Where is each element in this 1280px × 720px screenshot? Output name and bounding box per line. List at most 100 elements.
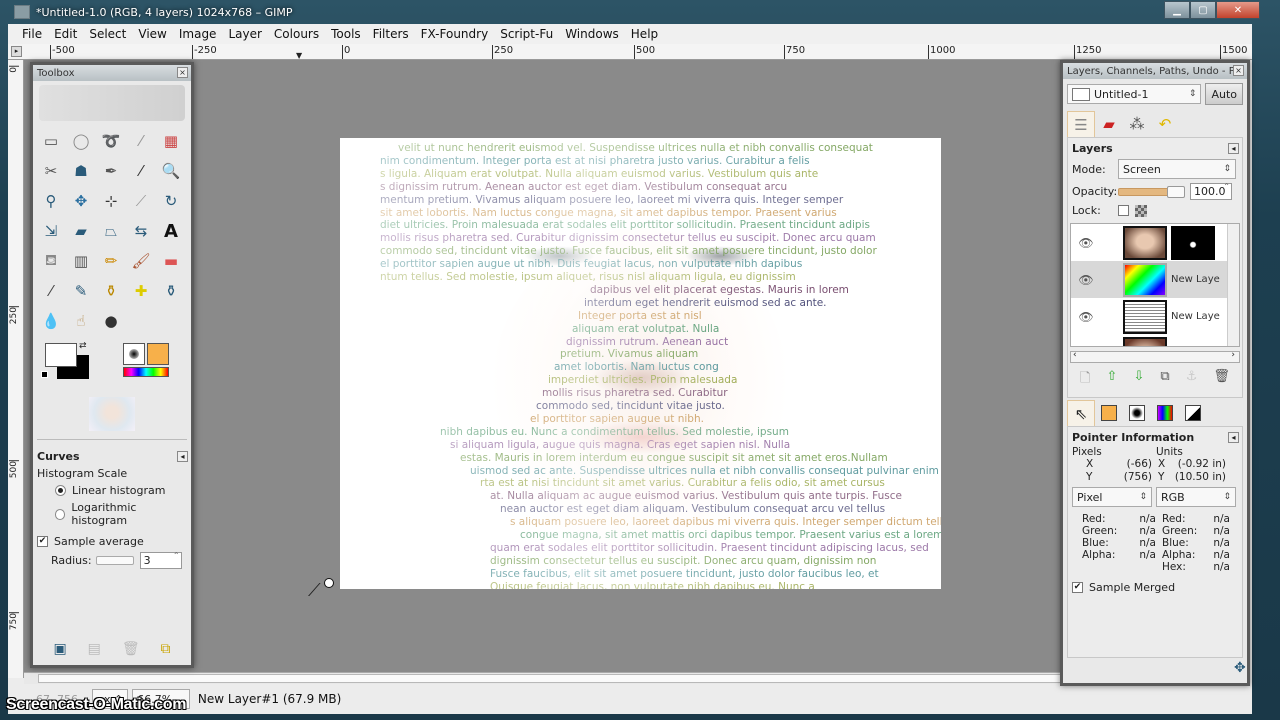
perspective-tool-icon[interactable]: ⏢ [99, 219, 123, 243]
layers-panel-menu-icon[interactable]: ◂ [1228, 143, 1239, 154]
bucket-fill-tool-icon[interactable]: ⛾ [39, 249, 63, 273]
menu-colours[interactable]: Colours [268, 27, 325, 41]
image-canvas[interactable]: velit ut nunc hendrerit euismod vel. Sus… [340, 138, 941, 589]
new-layer-icon[interactable]: 🗋 [1080, 369, 1090, 391]
layer-name[interactable]: New Laye [1171, 274, 1220, 285]
smudge-tool-icon[interactable]: ☝ [69, 309, 93, 333]
layer-row[interactable]: 👁 [1071, 224, 1239, 261]
fuzzy-select-tool-icon[interactable]: ⁄ [129, 129, 153, 153]
delete-options-icon[interactable]: 🗑 [122, 641, 140, 657]
menu-help[interactable]: Help [625, 27, 664, 41]
maximize-button[interactable]: ▢ [1190, 1, 1216, 19]
horizontal-scroll-thumb[interactable] [38, 674, 1218, 683]
radius-slider[interactable] [95, 556, 134, 565]
lock-alpha-icon[interactable] [1135, 204, 1147, 217]
horizontal-scrollbar[interactable] [24, 672, 1236, 684]
opacity-slider-handle[interactable] [1167, 185, 1185, 198]
ink-tool-icon[interactable]: ✎ [69, 279, 93, 303]
tab-channels[interactable]: ▰ [1095, 111, 1123, 137]
menu-fx-foundry[interactable]: FX-Foundry [415, 27, 495, 41]
layer-name[interactable]: New Laye [1171, 311, 1220, 322]
menu-windows[interactable]: Windows [559, 27, 625, 41]
menu-layer[interactable]: Layer [222, 27, 267, 41]
layer-list[interactable]: 👁 👁 New Laye 👁 New Laye 👁 [1070, 223, 1240, 347]
tool-options-menu-icon[interactable]: ◂ [177, 451, 188, 462]
auto-button[interactable]: Auto [1205, 83, 1243, 105]
menu-script-fu[interactable]: Script-Fu [494, 27, 559, 41]
pencil-tool-icon[interactable]: ✏ [99, 249, 123, 273]
measure-tool-icon[interactable]: ⚲ [39, 189, 63, 213]
anchor-layer-icon[interactable]: ⚓ [1186, 369, 1198, 391]
brush-indicator[interactable] [123, 343, 145, 365]
shear-tool-icon[interactable]: ▰ [69, 219, 93, 243]
minimize-button[interactable]: ▁ [1164, 1, 1190, 19]
restore-options-icon[interactable]: ▤ [88, 641, 101, 657]
scroll-right-icon[interactable]: › [1231, 350, 1235, 360]
save-options-icon[interactable]: ▣ [53, 641, 66, 657]
logarithmic-radio[interactable] [55, 508, 66, 520]
blend-tool-icon[interactable]: ▥ [69, 249, 93, 273]
layers-dock-close-icon[interactable]: × [1233, 65, 1244, 76]
ellipse-select-tool-icon[interactable]: ◯ [69, 129, 93, 153]
tab-gradients[interactable] [1151, 400, 1179, 426]
color-picker-tool-icon[interactable]: ⁄ [129, 159, 153, 183]
visibility-eye-icon[interactable]: 👁 [1071, 273, 1101, 287]
tab-brushes[interactable] [1123, 400, 1151, 426]
tab-colors[interactable] [1179, 400, 1207, 426]
scroll-left-icon[interactable]: ‹ [1073, 350, 1077, 360]
sample-average-checkbox[interactable]: ✔ [37, 536, 48, 547]
eraser-tool-icon[interactable]: ▬ [159, 249, 183, 273]
menu-view[interactable]: View [132, 27, 172, 41]
canvas-area[interactable]: velit ut nunc hendrerit euismod vel. Sus… [24, 60, 1236, 678]
crop-tool-icon[interactable]: ⟋ [129, 189, 153, 213]
active-image-thumbnail[interactable] [89, 397, 135, 431]
gradient-indicator[interactable] [123, 367, 169, 377]
airbrush-tool-icon[interactable]: ⁄ [39, 279, 63, 303]
delete-layer-icon[interactable]: 🗑 [1213, 369, 1230, 391]
menu-select[interactable]: Select [83, 27, 132, 41]
linear-histogram-option[interactable]: Linear histogram [33, 482, 191, 499]
align-tool-icon[interactable]: ⊹ [99, 189, 123, 213]
tab-patterns[interactable] [1095, 400, 1123, 426]
layer-row[interactable]: 👁 [1071, 335, 1239, 346]
toolbox-close-icon[interactable]: × [177, 67, 188, 78]
blur-sharpen-tool-icon[interactable]: 💧 [39, 309, 63, 333]
reset-options-icon[interactable]: ⧉ [161, 641, 171, 657]
pointer-info-menu-icon[interactable]: ◂ [1228, 432, 1239, 443]
linear-radio[interactable] [55, 485, 66, 496]
rotate-tool-icon[interactable]: ↻ [159, 189, 183, 213]
free-select-tool-icon[interactable]: ➰ [99, 129, 123, 153]
image-selector[interactable]: Untitled-1 ⇕ [1067, 84, 1202, 104]
sample-merged-checkbox[interactable]: ✔ [1072, 582, 1083, 593]
swap-colors-icon[interactable]: ⇄ [79, 341, 87, 351]
toolbox-title-bar[interactable]: Toolbox × [33, 65, 191, 81]
paintbrush-tool-icon[interactable]: 🖌 [129, 249, 153, 273]
flip-tool-icon[interactable]: ⇆ [129, 219, 153, 243]
scissors-tool-icon[interactable]: ✂ [39, 159, 63, 183]
radius-spinbox[interactable]: 3 [139, 551, 182, 569]
quick-mask-menu-icon[interactable]: ▸ [11, 46, 22, 57]
select-by-color-tool-icon[interactable]: ▦ [159, 129, 183, 153]
lock-pixels-checkbox[interactable] [1118, 205, 1129, 216]
logarithmic-histogram-option[interactable]: Logarithmic histogram [33, 499, 191, 529]
clone-tool-icon[interactable]: ⚱ [99, 279, 123, 303]
dodge-burn-tool-icon[interactable]: ● [99, 309, 123, 333]
tab-undo[interactable]: ↶ [1151, 111, 1179, 137]
scale-tool-icon[interactable]: ⇲ [39, 219, 63, 243]
pattern-indicator[interactable] [147, 343, 169, 365]
opacity-slider[interactable] [1118, 185, 1185, 198]
move-tool-icon[interactable]: ✥ [69, 189, 93, 213]
mode-select[interactable]: Screen ⇕ [1118, 159, 1236, 179]
layer-row[interactable]: 👁 New Laye [1071, 298, 1239, 335]
menu-tools[interactable]: Tools [325, 27, 367, 41]
default-colors-icon[interactable] [41, 371, 48, 378]
menu-file[interactable]: File [16, 27, 48, 41]
visibility-eye-icon[interactable]: 👁 [1071, 236, 1101, 250]
layers-dock-title-bar[interactable]: Layers, Channels, Paths, Undo - P... × [1063, 63, 1247, 79]
opacity-spinbox[interactable]: 100.0 [1190, 182, 1232, 200]
tab-layers[interactable]: ☰ [1067, 111, 1095, 137]
sample-average-option[interactable]: ✔ Sample average [33, 533, 191, 550]
menu-filters[interactable]: Filters [367, 27, 415, 41]
navigate-icon[interactable]: ✥ [1234, 660, 1246, 676]
paths-tool-icon[interactable]: ✒ [99, 159, 123, 183]
